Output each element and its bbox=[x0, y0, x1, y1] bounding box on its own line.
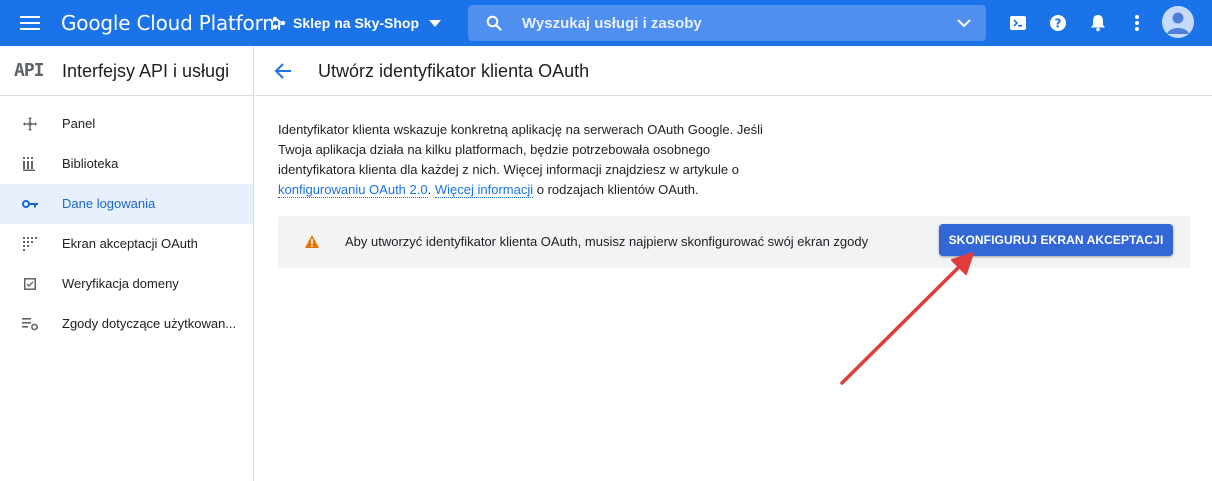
more-vert-icon[interactable] bbox=[1125, 11, 1149, 35]
back-arrow-icon[interactable] bbox=[271, 59, 295, 83]
sidebar-item-label: Zgody dotyczące użytkowan... bbox=[62, 316, 237, 331]
menu-icon[interactable] bbox=[12, 8, 48, 38]
search-bar[interactable] bbox=[468, 5, 986, 41]
key-icon bbox=[22, 196, 38, 212]
library-icon bbox=[22, 156, 38, 172]
sidebar-item-panel[interactable]: Panel bbox=[0, 104, 253, 144]
page-header: Utwórz identyfikator klienta OAuth bbox=[255, 46, 1212, 96]
sidebar-item-label: Biblioteka bbox=[62, 156, 119, 171]
settings-list-icon bbox=[22, 316, 38, 332]
brand-name[interactable]: Google Cloud Platform bbox=[61, 11, 282, 35]
chevron-down-icon bbox=[429, 19, 442, 27]
more-info-link[interactable]: Więcej informacji bbox=[434, 182, 534, 198]
main-content: Utwórz identyfikator klienta OAuth Ident… bbox=[255, 46, 1212, 481]
consent-screen-notice: Aby utworzyć identyfikator klienta OAuth… bbox=[278, 216, 1190, 268]
configure-consent-screen-button[interactable]: SKONFIGURUJ EKRAN AKCEPTACJI bbox=[939, 224, 1173, 256]
project-name: Sklep na Sky-Shop bbox=[293, 15, 420, 31]
sidebar-item-label: Weryfikacja domeny bbox=[62, 276, 179, 291]
sidebar-nav: Panel Biblioteka Dane logowania Ekran ak… bbox=[0, 104, 253, 344]
warning-icon bbox=[305, 235, 319, 253]
sidebar-item-label: Panel bbox=[62, 116, 96, 131]
sidebar-item-oauth-consent[interactable]: Ekran akceptacji OAuth bbox=[0, 224, 253, 264]
notifications-icon[interactable] bbox=[1086, 11, 1110, 35]
consent-screen-icon bbox=[22, 236, 38, 252]
cloud-shell-icon[interactable] bbox=[1006, 11, 1030, 35]
sidebar-item-label: Dane logowania bbox=[62, 196, 156, 211]
sidebar-item-domain-verification[interactable]: Weryfikacja domeny bbox=[0, 264, 253, 304]
sidebar: API Interfejsy API i usługi Panel Biblio… bbox=[0, 46, 254, 481]
sidebar-item-label: Ekran akceptacji OAuth bbox=[62, 236, 198, 251]
dashboard-icon bbox=[22, 116, 38, 132]
api-logo: API bbox=[14, 60, 44, 81]
search-input[interactable] bbox=[522, 11, 942, 35]
description-line: identyfikatora klienta dla każdej z nich… bbox=[278, 162, 739, 177]
sidebar-item-library[interactable]: Biblioteka bbox=[0, 144, 253, 184]
account-avatar[interactable] bbox=[1162, 6, 1194, 38]
svg-text:?: ? bbox=[1055, 17, 1062, 31]
configure-oauth-link[interactable]: konfigurowaniu OAuth 2.0 bbox=[278, 182, 428, 198]
project-icon bbox=[272, 16, 286, 30]
page-title: Utwórz identyfikator klienta OAuth bbox=[318, 61, 590, 81]
description-text: Identyfikator klienta wskazuje konkretną… bbox=[278, 120, 778, 200]
description-line: o rodzajach klientów OAuth. bbox=[536, 182, 699, 197]
search-expand-icon[interactable] bbox=[956, 15, 972, 36]
description-separator: . bbox=[427, 182, 432, 197]
notice-message: Aby utworzyć identyfikator klienta OAuth… bbox=[345, 234, 869, 249]
description-line: Twoja aplikacja działa na kilku platform… bbox=[278, 142, 711, 157]
search-icon bbox=[486, 15, 502, 36]
domain-check-icon bbox=[22, 276, 38, 292]
description-line: Identyfikator klienta wskazuje konkretną… bbox=[278, 122, 763, 137]
project-selector[interactable]: Sklep na Sky-Shop bbox=[272, 10, 442, 36]
help-icon[interactable]: ? bbox=[1046, 11, 1070, 35]
sidebar-item-user-consents[interactable]: Zgody dotyczące użytkowan... bbox=[0, 304, 253, 344]
top-app-bar: Google Cloud Platform Sklep na Sky-Shop … bbox=[0, 0, 1212, 46]
sidebar-title: Interfejsy API i usługi bbox=[62, 61, 230, 81]
sidebar-item-credentials[interactable]: Dane logowania bbox=[0, 184, 253, 224]
sidebar-header: API Interfejsy API i usługi bbox=[0, 46, 253, 96]
